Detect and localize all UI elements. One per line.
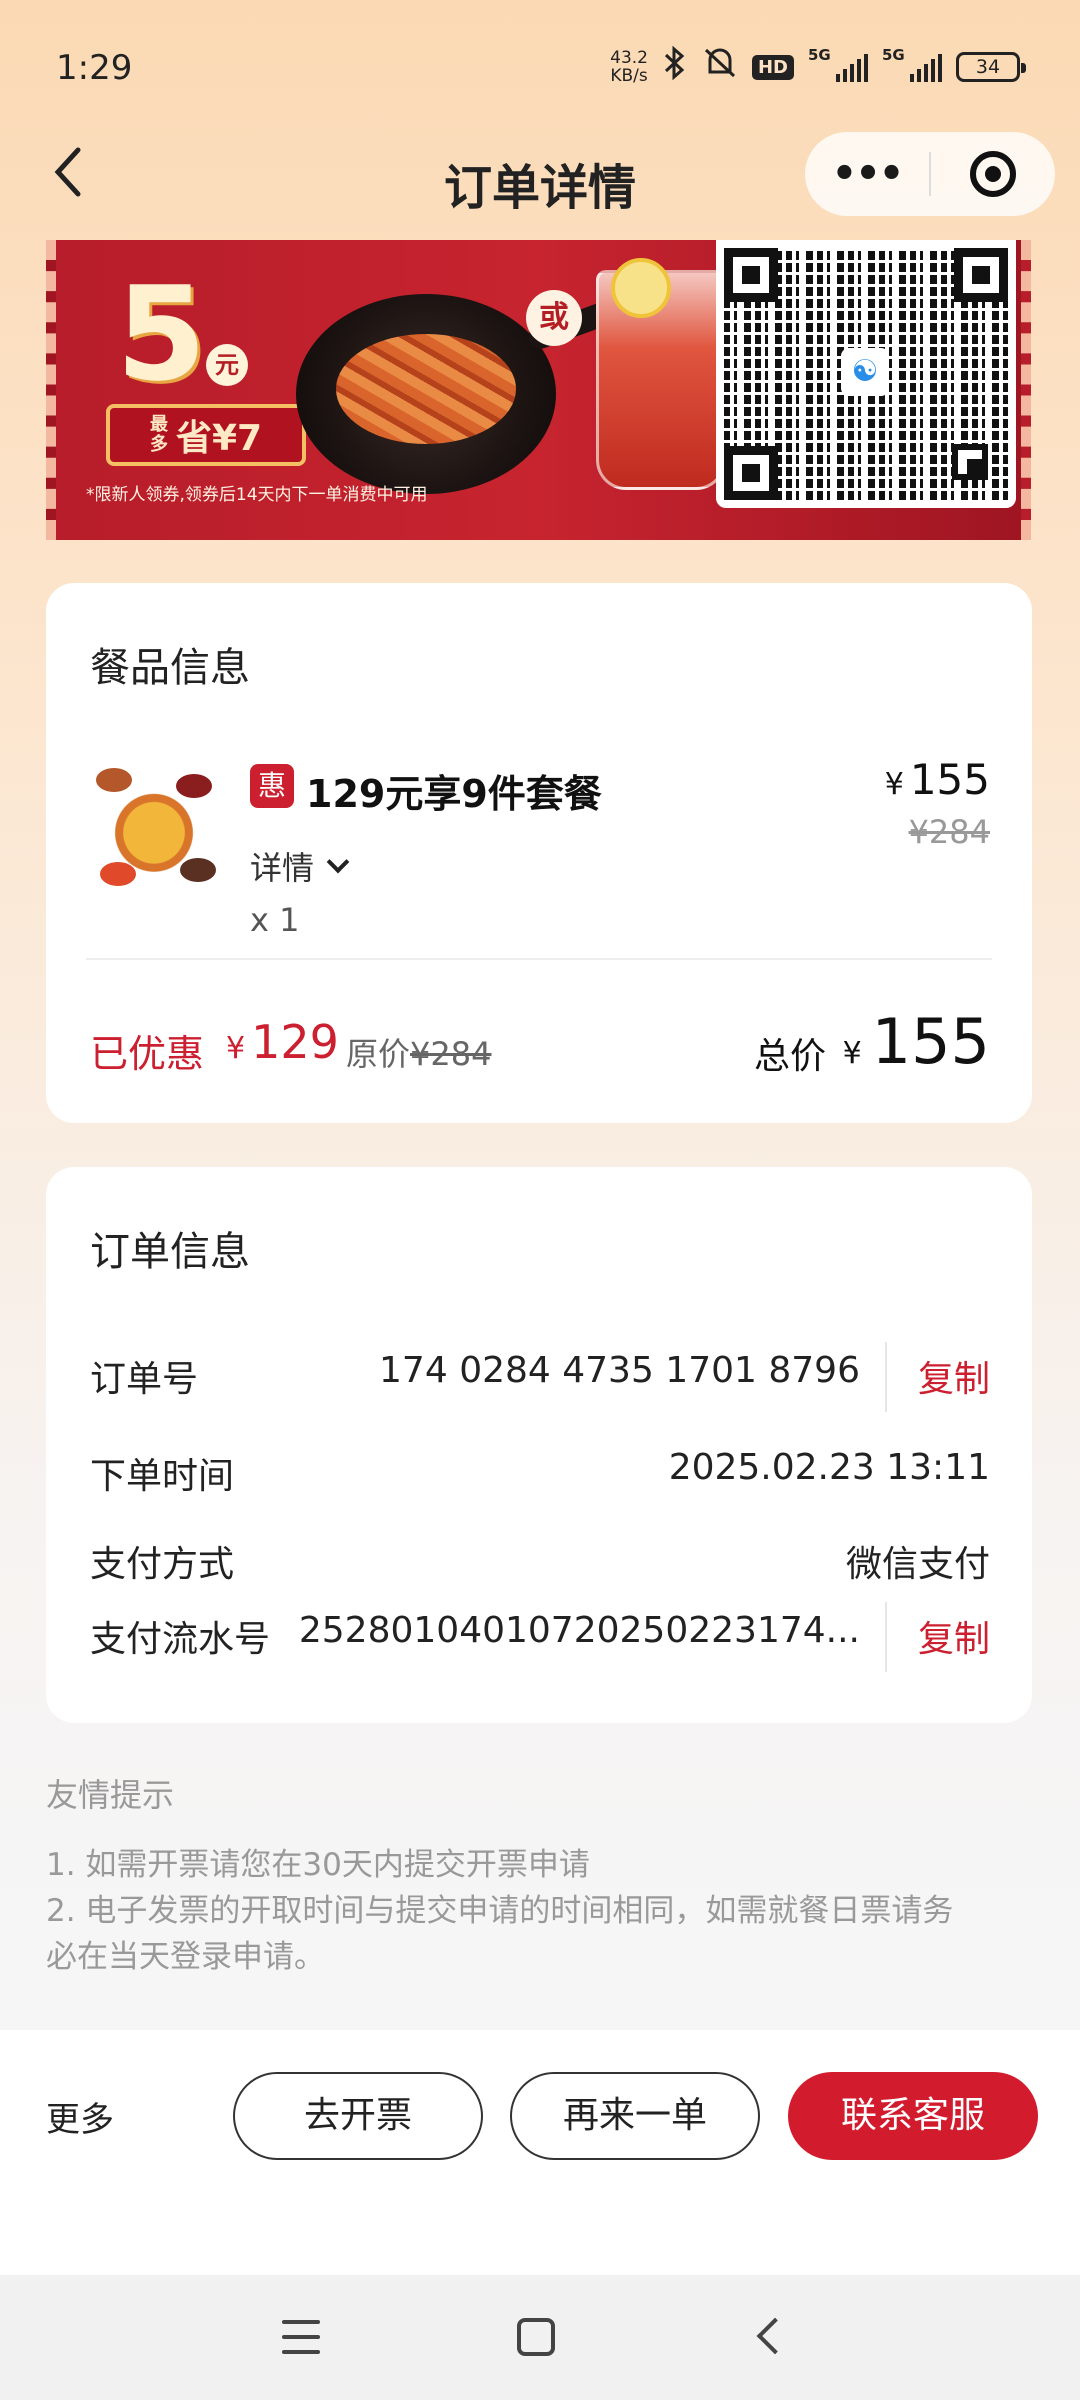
product-info-card: 餐品信息 惠 129元享9件套餐 详情 x 1 ¥155 ¥284 已优惠 ¥1…	[46, 583, 1032, 1123]
discount-amount-value: 129	[251, 1015, 339, 1069]
bottom-action-bar: 更多 去开票 再来一单 联系客服	[0, 2030, 1080, 2275]
banner-amount: 5	[116, 258, 207, 410]
order-number-value: 174 0284 4735 1701 8796	[379, 1350, 860, 1391]
banner-unit: 元	[206, 344, 248, 386]
total-label: 总价	[754, 1036, 827, 1077]
contact-service-button[interactable]: 联系客服	[788, 2072, 1038, 2160]
home-icon[interactable]	[517, 2318, 555, 2356]
order-number-label: 订单号	[90, 1359, 199, 1400]
product-price: ¥155	[885, 755, 990, 804]
status-time: 1:29	[56, 48, 133, 88]
currency-symbol: ¥	[226, 1031, 246, 1066]
target-icon	[970, 151, 1016, 197]
banner-or-badge: 或	[526, 290, 582, 346]
payment-method-value: 微信支付	[845, 1544, 990, 1585]
total-amount: ¥155	[843, 1005, 990, 1078]
product-price-value: 155	[909, 755, 990, 804]
divider	[885, 1602, 887, 1672]
discount-label: 已优惠	[90, 1032, 205, 1076]
lemon-slice-image	[611, 258, 671, 318]
net-speed-value: 43.2	[610, 48, 648, 68]
product-name: 129元享9件套餐	[306, 772, 602, 816]
payment-serial-label: 支付流水号	[90, 1619, 271, 1660]
tips-title: 友情提示	[46, 1776, 175, 1814]
tips-line: 1. 如需开票请您在30天内提交开票申请	[46, 1847, 590, 1883]
tips-section: 友情提示 1. 如需开票请您在30天内提交开票申请 2. 电子发票的开取时间与提…	[46, 1770, 1036, 1980]
promo-tag: 惠	[250, 764, 294, 808]
currency-symbol: ¥	[884, 767, 904, 802]
signal-strength-icon: 5G	[808, 46, 868, 82]
mute-icon	[702, 46, 738, 88]
net-speed-indicator: 43.2 KB/s	[610, 49, 648, 85]
copy-order-number-button[interactable]: 复制	[918, 1350, 990, 1402]
bluetooth-icon	[662, 45, 688, 88]
order-time-value: 2025.02.23 13:11	[668, 1447, 990, 1488]
net-speed-unit: KB/s	[610, 66, 648, 86]
hd-voice-badge: HD	[751, 54, 794, 80]
divider	[885, 1342, 887, 1412]
qr-code: ☯	[716, 240, 1016, 508]
promo-banner[interactable]: 5 元 最多 省¥7 或 *限新人领券,领券后14天内下一单消费中可用 ☯	[46, 240, 1031, 540]
product-detail-toggle[interactable]: 详情	[250, 843, 350, 889]
order-time-label: 下单时间	[90, 1456, 235, 1497]
wechat-mini-program-icon: ☯	[841, 348, 889, 396]
invoice-button[interactable]: 去开票	[233, 2072, 483, 2160]
reorder-button[interactable]: 再来一单	[510, 2072, 760, 2160]
product-detail-label: 详情	[250, 849, 315, 887]
divider	[86, 958, 992, 960]
payment-serial-value: 25280104010720250223174...	[298, 1610, 860, 1651]
close-mini-program-button[interactable]	[931, 132, 1055, 216]
battery-icon: 34	[956, 52, 1026, 82]
banner-save-prefix: 最多	[149, 414, 168, 455]
original-price-summary: 原价¥284	[346, 1029, 491, 1075]
original-price-value: ¥284	[410, 1035, 492, 1073]
more-options-button[interactable]: •••	[805, 132, 929, 216]
order-info-card: 订单信息 订单号 174 0284 4735 1701 8796 复制 下单时间…	[46, 1167, 1032, 1723]
status-icons: 43.2 KB/s HD 5G 5G 34	[610, 45, 1026, 88]
tips-line: 2. 电子发票的开取时间与提交申请的时间相同，如需就餐日票请务	[46, 1893, 954, 1929]
banner-save-text: 省¥7	[175, 418, 263, 459]
network-type-label: 5G	[808, 46, 831, 64]
nav-bar: 订单详情 •••	[0, 130, 1080, 240]
mini-program-capsule: •••	[805, 132, 1055, 216]
payment-method-label: 支付方式	[90, 1544, 235, 1585]
network-type-label-2: 5G	[882, 46, 905, 64]
product-original-price: ¥284	[908, 813, 990, 851]
currency-symbol: ¥	[842, 1036, 862, 1071]
product-quantity: x 1	[250, 901, 300, 939]
total-amount-value: 155	[871, 1005, 990, 1078]
back-icon[interactable]	[756, 2317, 794, 2355]
banner-save-badge: 最多 省¥7	[106, 404, 306, 466]
qr-code-pattern: ☯	[724, 248, 1008, 500]
status-bar: 1:29 43.2 KB/s HD 5G 5G 34	[0, 0, 1080, 130]
system-nav-bar	[0, 2275, 1080, 2400]
original-price-label: 原价	[346, 1035, 411, 1073]
fries-pan-image	[296, 294, 556, 494]
order-card-title: 订单信息	[90, 1229, 250, 1275]
banner-note: *限新人领券,领券后14天内下一单消费中可用	[86, 485, 428, 505]
copy-serial-button[interactable]: 复制	[918, 1610, 990, 1662]
product-card-title: 餐品信息	[90, 645, 250, 691]
menu-icon[interactable]	[282, 2320, 320, 2354]
product-thumbnail[interactable]	[86, 758, 222, 894]
chevron-down-icon	[326, 850, 350, 874]
more-link[interactable]: 更多	[46, 2092, 114, 2141]
tips-line: 必在当天登录申请。	[46, 1939, 325, 1975]
signal-strength-icon-2: 5G	[882, 46, 942, 82]
discount-amount: ¥129	[226, 1015, 339, 1069]
